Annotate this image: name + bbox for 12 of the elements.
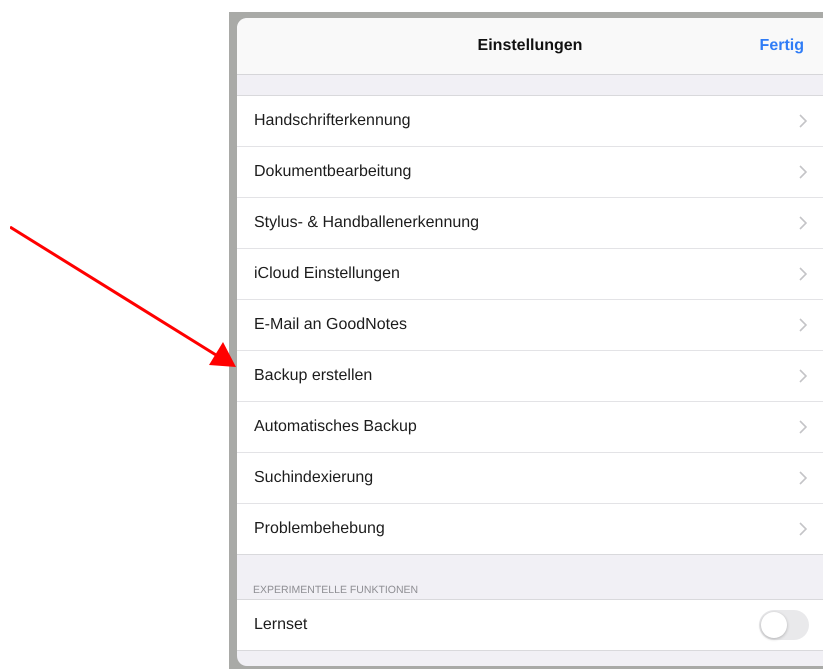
settings-row[interactable]: Automatisches Backup: [237, 402, 823, 453]
setting-label: Lernset: [254, 616, 308, 634]
done-button[interactable]: Fertig: [760, 35, 804, 57]
settings-row[interactable]: iCloud Einstellungen: [237, 249, 823, 300]
settings-row[interactable]: Problembehebung: [237, 504, 823, 554]
settings-row[interactable]: Backup erstellen: [237, 351, 823, 402]
settings-row[interactable]: E-Mail an GoodNotes: [237, 300, 823, 351]
settings-row[interactable]: Handschrifterkennung: [237, 96, 823, 147]
settings-row[interactable]: Stylus- & Handballenerkennung: [237, 198, 823, 249]
sheet-title: Einstellungen: [478, 37, 582, 55]
settings-row[interactable]: Dokumentbearbeitung: [237, 147, 823, 198]
settings-row[interactable]: Suchindexierung: [237, 453, 823, 504]
